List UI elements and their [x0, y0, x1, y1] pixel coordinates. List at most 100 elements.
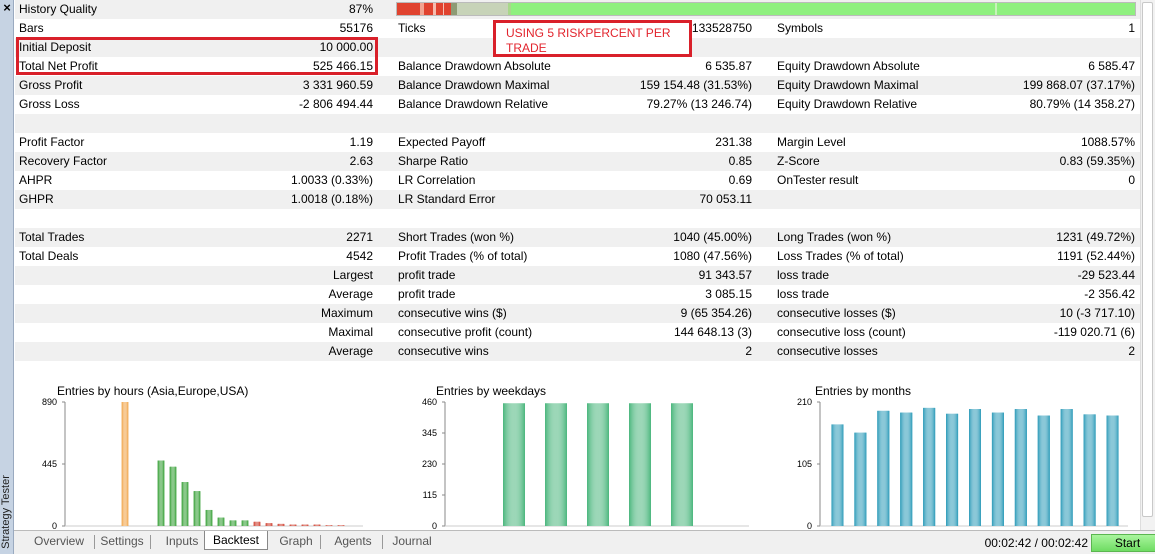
metric-value: 87%: [348, 2, 373, 16]
metric-value: 4542: [346, 249, 373, 263]
metric-label: loss trade: [777, 268, 830, 282]
y-tick-label: 0: [52, 521, 57, 530]
bar: [900, 412, 913, 526]
metric-value: Maximal: [328, 325, 373, 339]
table-row: Profit Factor 1.19 Expected Payoff 231.38 Ma…: [15, 133, 1140, 152]
metric-value: 2: [1128, 344, 1135, 358]
metric-label: Z-Score: [777, 154, 820, 168]
bar: [265, 523, 273, 526]
table-row: Gross Loss -2 806 494.44 Balance Drawdown …: [15, 95, 1140, 114]
y-tick-label: 890: [42, 397, 57, 407]
close-icon[interactable]: ×: [1, 1, 13, 15]
metric-value: 3 085.15: [705, 287, 752, 301]
bar: [229, 520, 237, 526]
bar: [289, 524, 297, 526]
metric-value: 2: [745, 344, 752, 358]
metric-value: 0: [1128, 173, 1135, 187]
table-row: [15, 114, 1140, 133]
metric-label: Margin Level: [777, 135, 846, 149]
start-button[interactable]: Start: [1091, 534, 1155, 552]
table-row: [15, 209, 1140, 228]
quality-segment: [397, 3, 420, 15]
metric-value: 2.63: [349, 154, 373, 168]
table-row: Maximal consecutive profit (count) 144 648…: [15, 323, 1140, 342]
metric-value: 1191 (52.44%): [1057, 249, 1135, 263]
chart-entries-by-weekdays: Entries by weekdays 460 345 230 115 0: [401, 382, 755, 530]
bar: [157, 460, 165, 526]
bar: [337, 525, 345, 526]
metric-label: Bars: [19, 21, 44, 35]
bar: [946, 413, 959, 526]
bar: [1106, 415, 1119, 526]
elapsed-timer: 00:02:42 / 00:02:42: [984, 536, 1088, 550]
strategy-tester-label: Strategy Tester: [0, 475, 12, 549]
metric-value: 0.83 (59.35%): [1059, 154, 1135, 168]
y-tick-label: 115: [423, 490, 437, 500]
quality-segment: [996, 3, 1135, 15]
metric-label: Long Trades (won %): [777, 230, 892, 244]
chart-plot: 460 345 230 115 0: [422, 397, 749, 530]
tab-settings[interactable]: Settings: [94, 531, 150, 553]
bar: [217, 517, 225, 526]
table-row: Total Trades 2271 Short Trades (won %) 1040…: [15, 228, 1140, 247]
bar: [629, 403, 651, 526]
tab-backtest[interactable]: Backtest: [204, 531, 268, 550]
tab-overview[interactable]: Overview: [24, 531, 94, 553]
tab-graph[interactable]: Graph: [272, 531, 320, 553]
quality-segment: [423, 3, 434, 15]
highlight-box: [16, 37, 378, 75]
tab-separator: [382, 535, 383, 549]
table-row: Largest profit trade 91 343.57 loss trade -2…: [15, 266, 1140, 285]
quality-segment: [456, 3, 509, 15]
metric-label: Gross Loss: [19, 97, 80, 111]
tab-agents[interactable]: Agents: [324, 531, 382, 553]
y-tick-label: 0: [807, 521, 812, 530]
bar: [1014, 409, 1027, 526]
bar: [241, 520, 249, 526]
metric-label: Profit Trades (% of total): [398, 249, 528, 263]
table-row: Average profit trade 3 085.15 loss trade -2 …: [15, 285, 1140, 304]
strategy-tester-sidebar: × Strategy Tester: [0, 0, 14, 554]
metric-value: 144 648.13 (3): [673, 325, 752, 339]
table-row: AHPR 1.0033 (0.33%) LR Correlation 0.69 OnTe…: [15, 171, 1140, 190]
metric-label: Equity Drawdown Absolute: [777, 59, 920, 73]
bar: [1060, 409, 1073, 526]
metric-value: 6 535.87: [705, 59, 752, 73]
metric-value: Average: [328, 287, 373, 301]
chart-plot: 890 445 0: [42, 397, 363, 530]
quality-segment: [436, 3, 443, 15]
metric-label: Symbols: [777, 21, 824, 35]
metric-value: 231.38: [715, 135, 752, 149]
backtest-report: History Quality 87% Bars 55176 Ticks 13352875…: [15, 0, 1140, 530]
table-row: GHPR 1.0018 (0.18%) LR Standard Error 70 05…: [15, 190, 1140, 209]
y-tick-label: 460: [422, 397, 437, 407]
metric-value: 1.19: [349, 135, 373, 149]
table-row: Total Deals 4542 Profit Trades (% of total…: [15, 247, 1140, 266]
metric-label: LR Correlation: [398, 173, 476, 187]
y-tick-label: 445: [42, 459, 57, 469]
bar: [325, 525, 333, 526]
tab-inputs[interactable]: Inputs: [156, 531, 208, 553]
bar: [253, 521, 261, 526]
metric-label: LR Standard Error: [398, 192, 496, 206]
metric-value: -119 020.71 (6): [1053, 325, 1135, 339]
metric-value: 3 331 960.59: [302, 78, 373, 92]
table-row: [15, 361, 1140, 380]
metric-label: Loss Trades (% of total): [777, 249, 904, 263]
bar: [503, 403, 525, 526]
metric-label: History Quality: [19, 2, 98, 16]
table-row: Gross Profit 3 331 960.59 Balance Drawdown…: [15, 76, 1140, 95]
table-row: Recovery Factor 2.63 Sharpe Ratio 0.85 Z-Sco…: [15, 152, 1140, 171]
metric-value: 1231 (49.72%): [1056, 230, 1135, 244]
metric-label: loss trade: [777, 287, 830, 301]
metric-value: 91 343.57: [698, 268, 752, 282]
metric-value: 2271: [346, 230, 373, 244]
metric-value: 1.0033 (0.33%): [290, 173, 373, 187]
tab-bar: Overview Settings Inputs Backtest Graph Agent…: [14, 530, 1155, 554]
metric-value: 1: [1128, 21, 1135, 35]
tab-journal[interactable]: Journal: [386, 531, 438, 553]
scrollbar-thumb[interactable]: [1142, 2, 1153, 517]
metric-label: Expected Payoff: [398, 135, 486, 149]
metric-label: Total Deals: [19, 249, 79, 263]
metric-label: Sharpe Ratio: [398, 154, 469, 168]
